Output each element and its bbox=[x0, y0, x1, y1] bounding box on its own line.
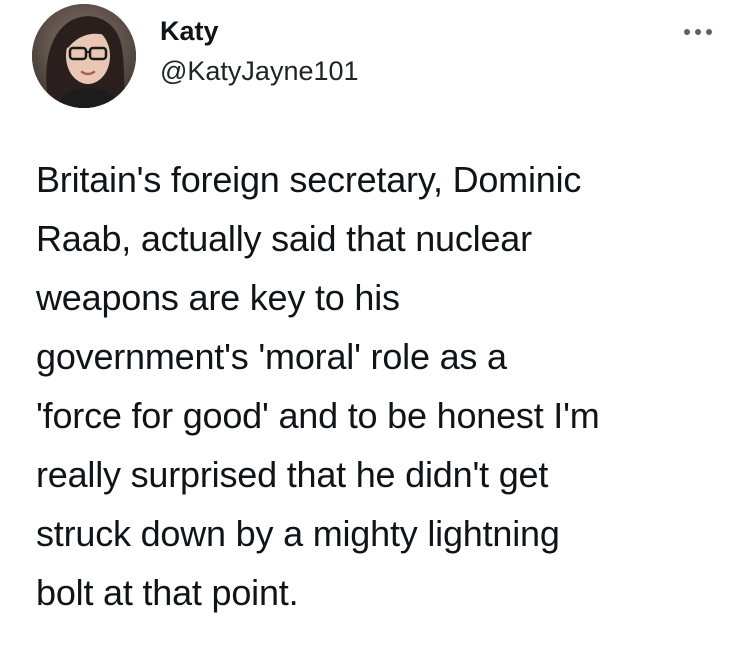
avatar-photo bbox=[32, 4, 136, 108]
more-options-button[interactable] bbox=[680, 22, 716, 42]
tweet-text: Britain's foreign secretary, Dominic Raa… bbox=[36, 159, 600, 613]
more-horizontal-icon bbox=[684, 29, 712, 35]
avatar[interactable] bbox=[32, 4, 136, 108]
author-handle[interactable]: @KatyJayne101 bbox=[160, 54, 359, 88]
author-info: Katy @KatyJayne101 bbox=[160, 14, 359, 88]
author-display-name[interactable]: Katy bbox=[160, 14, 359, 48]
tweet-card: Katy @KatyJayne101 Britain's foreign sec… bbox=[0, 0, 750, 645]
